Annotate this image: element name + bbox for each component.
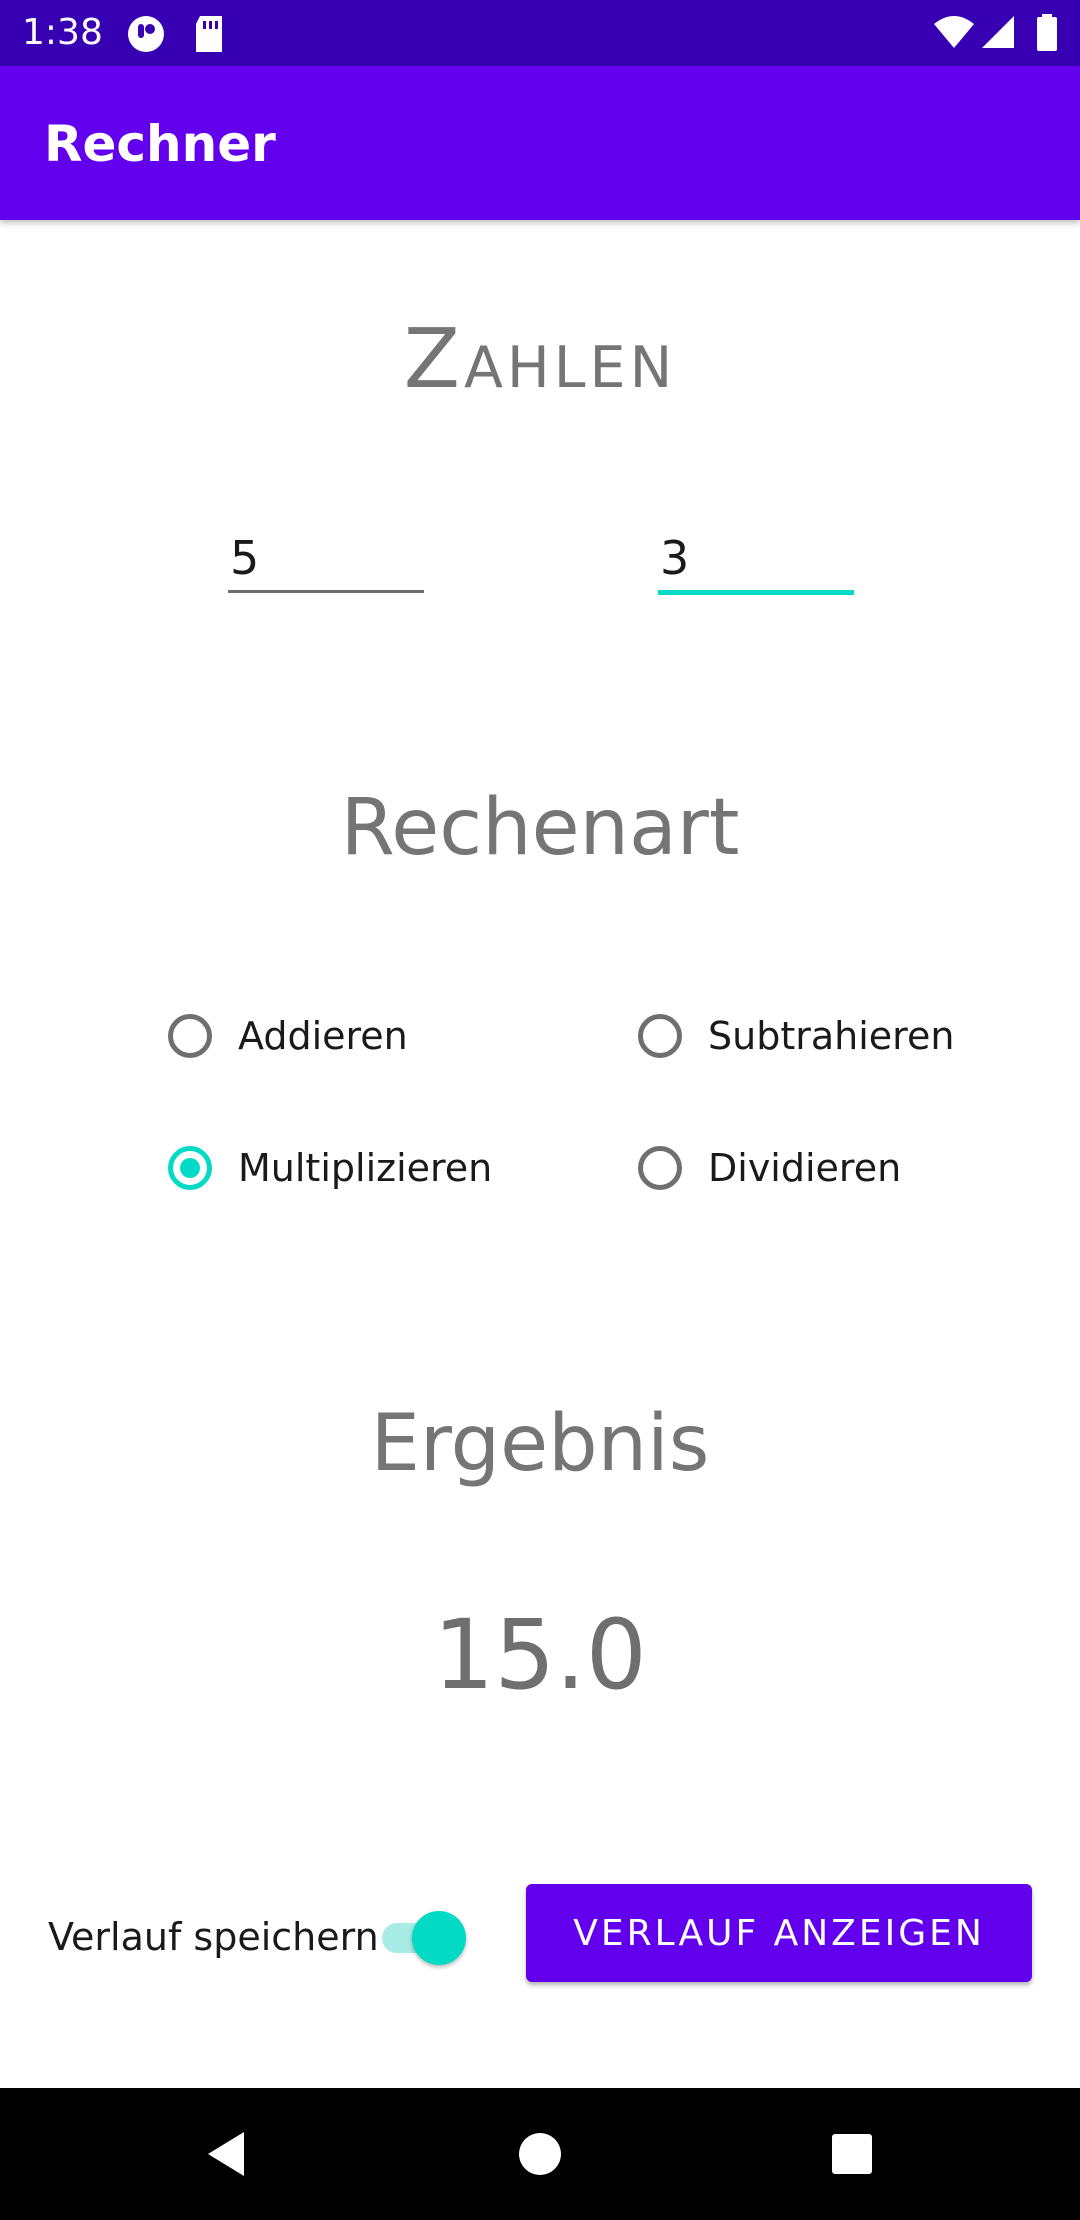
radio-divide[interactable]: Dividieren [638, 1146, 901, 1190]
app-bar: Rechner [0, 66, 1080, 220]
app-title: Rechner [44, 115, 276, 173]
radio-add[interactable]: Addieren [168, 1014, 408, 1058]
radio-add-circle[interactable] [168, 1014, 212, 1058]
show-history-button[interactable]: VERLAUF ANZEIGEN [526, 1884, 1032, 1982]
battery-icon [1036, 14, 1058, 56]
save-history-switch[interactable] [380, 1906, 470, 1966]
status-bar: 1:38 [0, 0, 1080, 66]
radio-divide-label[interactable]: Dividieren [708, 1146, 901, 1190]
recents-icon[interactable] [826, 2128, 878, 2184]
operation-heading: Rechenart [340, 783, 740, 873]
radio-multiply[interactable]: Multiplizieren [168, 1146, 492, 1190]
sd-card-icon [192, 14, 226, 58]
radio-subtract-label[interactable]: Subtrahieren [708, 1014, 954, 1058]
result-value: 15.0 [433, 1599, 647, 1711]
radio-subtract[interactable]: Subtrahieren [638, 1014, 954, 1058]
radio-multiply-label[interactable]: Multiplizieren [238, 1146, 492, 1190]
result-heading: Ergebnis [370, 1399, 710, 1489]
save-history-label: Verlauf speichern [48, 1915, 379, 1959]
back-icon[interactable] [202, 2128, 254, 2184]
radio-divide-circle[interactable] [638, 1146, 682, 1190]
second-number-input[interactable] [658, 526, 854, 595]
navigation-bar [0, 2088, 1080, 2220]
cell-signal-icon [980, 14, 1016, 54]
radio-subtract-circle[interactable] [638, 1014, 682, 1058]
numbers-heading: Zahlen [403, 312, 677, 407]
wifi-icon [932, 14, 976, 54]
notification-app-icon [126, 14, 166, 58]
status-time: 1:38 [22, 12, 103, 53]
home-icon[interactable] [514, 2128, 566, 2184]
radio-multiply-circle[interactable] [168, 1146, 212, 1190]
radio-add-label[interactable]: Addieren [238, 1014, 408, 1058]
switch-thumb[interactable] [412, 1911, 466, 1965]
first-number-input[interactable] [228, 526, 424, 593]
